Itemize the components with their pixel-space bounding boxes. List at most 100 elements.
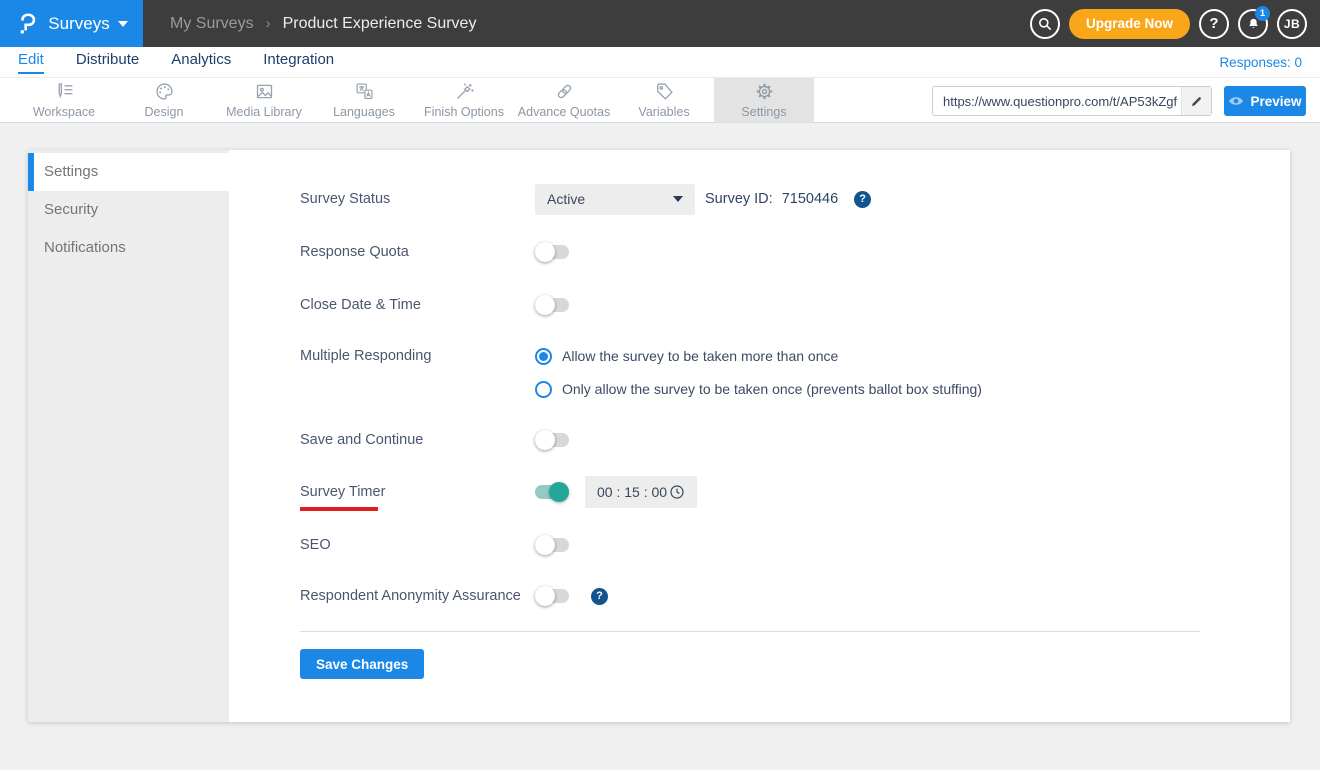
survey-status-row: Survey Status Active Survey ID: 7150446 … [300, 183, 872, 215]
multiple-responding-label: Multiple Responding [300, 348, 432, 364]
toggle-knob [535, 430, 555, 450]
toggle-knob [535, 295, 555, 315]
survey-id-group: Survey ID: 7150446 ? [705, 190, 872, 208]
radio-allow-multiple-label: Allow the survey to be taken more than o… [562, 348, 839, 364]
translate-icon [354, 81, 375, 102]
eye-icon [1228, 95, 1244, 107]
avatar[interactable]: JB [1277, 8, 1307, 39]
radio-only-once-label: Only allow the survey to be taken once (… [562, 381, 982, 397]
tab-analytics[interactable]: Analytics [171, 51, 231, 74]
toolbar-item-label: Finish Options [424, 105, 504, 119]
toolbar-item-design[interactable]: Design [114, 78, 214, 122]
toolbar-item-label: Languages [333, 105, 395, 119]
image-icon [254, 81, 275, 102]
response-quota-toggle[interactable] [535, 242, 569, 262]
seo-toggle[interactable] [535, 535, 569, 555]
toolbar-item-label: Workspace [32, 105, 96, 119]
responses-count: Responses: 0 [1219, 54, 1302, 70]
close-date-label: Close Date & Time [300, 297, 421, 313]
toggle-knob [535, 535, 555, 555]
close-date-row: Close Date & Time [300, 289, 569, 321]
notifications-button[interactable]: 1 [1238, 5, 1270, 39]
palette-icon [154, 81, 175, 102]
help-button[interactable]: ? [1199, 8, 1229, 39]
tab-distribute[interactable]: Distribute [76, 51, 139, 74]
sidebar-item-settings[interactable]: Settings [28, 153, 229, 191]
response-quota-label: Response Quota [300, 244, 409, 260]
seo-row: SEO [300, 529, 569, 561]
breadcrumb: My Surveys › Product Experience Survey [170, 0, 476, 47]
toolbar-item-variables[interactable]: Variables [614, 78, 714, 122]
survey-url-field [932, 86, 1212, 116]
toolbar-item-label: Design [144, 105, 184, 119]
respondent-anonymity-row: Respondent Anonymity Assurance ? [300, 580, 608, 612]
toolbar-item-media-library[interactable]: Media Library [214, 78, 314, 122]
tab-edit[interactable]: Edit [18, 51, 44, 74]
radio-dot [539, 351, 548, 361]
respondent-anonymity-help-icon[interactable]: ? [591, 587, 608, 605]
survey-timer-toggle[interactable] [535, 482, 569, 502]
multiple-responding-option2-row: Only allow the survey to be taken once (… [300, 373, 982, 405]
gear-icon [754, 81, 775, 102]
toggle-knob [535, 242, 555, 262]
sidebar-item-security[interactable]: Security [28, 191, 229, 229]
toggle-knob [535, 586, 555, 606]
close-date-toggle[interactable] [535, 295, 569, 315]
survey-url-input[interactable] [933, 93, 1181, 109]
survey-timer-highlight-underline [300, 507, 378, 511]
survey-timer-label: Survey Timer [300, 484, 386, 500]
edit-url-button[interactable] [1181, 87, 1211, 115]
survey-timer-value: 00 : 15 : 00 [597, 484, 668, 500]
top-header: Surveys My Surveys › Product Experience … [0, 0, 1320, 47]
upgrade-now-button[interactable]: Upgrade Now [1068, 8, 1190, 39]
settings-panel: Settings Security Notifications Survey S… [28, 150, 1290, 722]
survey-timer-input[interactable]: 00 : 15 : 00 [585, 476, 697, 508]
save-and-continue-label: Save and Continue [300, 432, 424, 448]
tag-icon [654, 81, 675, 102]
toolbar-item-languages[interactable]: Languages [314, 78, 414, 122]
search-button[interactable] [1029, 8, 1060, 39]
breadcrumb-separator: › [265, 15, 271, 32]
link-icon [554, 81, 575, 102]
survey-status-value: Active [547, 191, 586, 207]
survey-id-value: 7150446 [781, 191, 839, 207]
breadcrumb-my-surveys[interactable]: My Surveys [170, 15, 254, 33]
survey-id-label: Survey ID: [705, 191, 773, 207]
response-quota-row: Response Quota [300, 236, 569, 268]
questionpro-logo-icon [15, 11, 40, 36]
preview-label: Preview [1250, 93, 1302, 109]
section-nav: Edit Distribute Analytics Integration Re… [0, 47, 1320, 77]
search-icon [1037, 16, 1053, 32]
save-changes-button[interactable]: Save Changes [300, 649, 425, 679]
product-name: Surveys [48, 13, 110, 33]
workspace-icon [54, 81, 75, 102]
survey-id-help-icon[interactable]: ? [854, 190, 872, 208]
radio-allow-multiple[interactable] [535, 347, 552, 365]
seo-label: SEO [300, 537, 331, 553]
preview-button[interactable]: Preview [1224, 86, 1306, 116]
toolbar-item-workspace[interactable]: Workspace [14, 78, 114, 122]
question-mark-icon: ? [1209, 15, 1219, 32]
respondent-anonymity-label: Respondent Anonymity Assurance [300, 588, 521, 604]
toolbar-item-label: Settings [741, 105, 787, 119]
page-title: Product Experience Survey [282, 14, 477, 32]
sidebar-item-notifications[interactable]: Notifications [28, 229, 229, 267]
respondent-anonymity-toggle[interactable] [535, 586, 569, 606]
toolbar-item-advance-quotas[interactable]: Advance Quotas [514, 78, 614, 122]
notification-badge: 1 [1255, 5, 1270, 21]
toggle-knob [549, 482, 569, 502]
toolbar-item-finish-options[interactable]: Finish Options [414, 78, 514, 122]
radio-only-once[interactable] [535, 380, 552, 398]
chevron-down-icon [673, 196, 683, 202]
surveys-menu[interactable]: Surveys [0, 0, 143, 47]
tab-integration[interactable]: Integration [263, 51, 334, 74]
wand-icon [454, 81, 475, 102]
nav-tabs: Edit Distribute Analytics Integration [18, 51, 334, 74]
save-and-continue-toggle[interactable] [535, 430, 569, 450]
survey-status-select[interactable]: Active [535, 183, 695, 215]
survey-status-label: Survey Status [300, 191, 391, 207]
radio-dot [539, 385, 548, 394]
toolbar-item-settings[interactable]: Settings [714, 78, 814, 122]
toolbar-item-label: Advance Quotas [517, 105, 611, 119]
save-and-continue-row: Save and Continue [300, 424, 569, 456]
